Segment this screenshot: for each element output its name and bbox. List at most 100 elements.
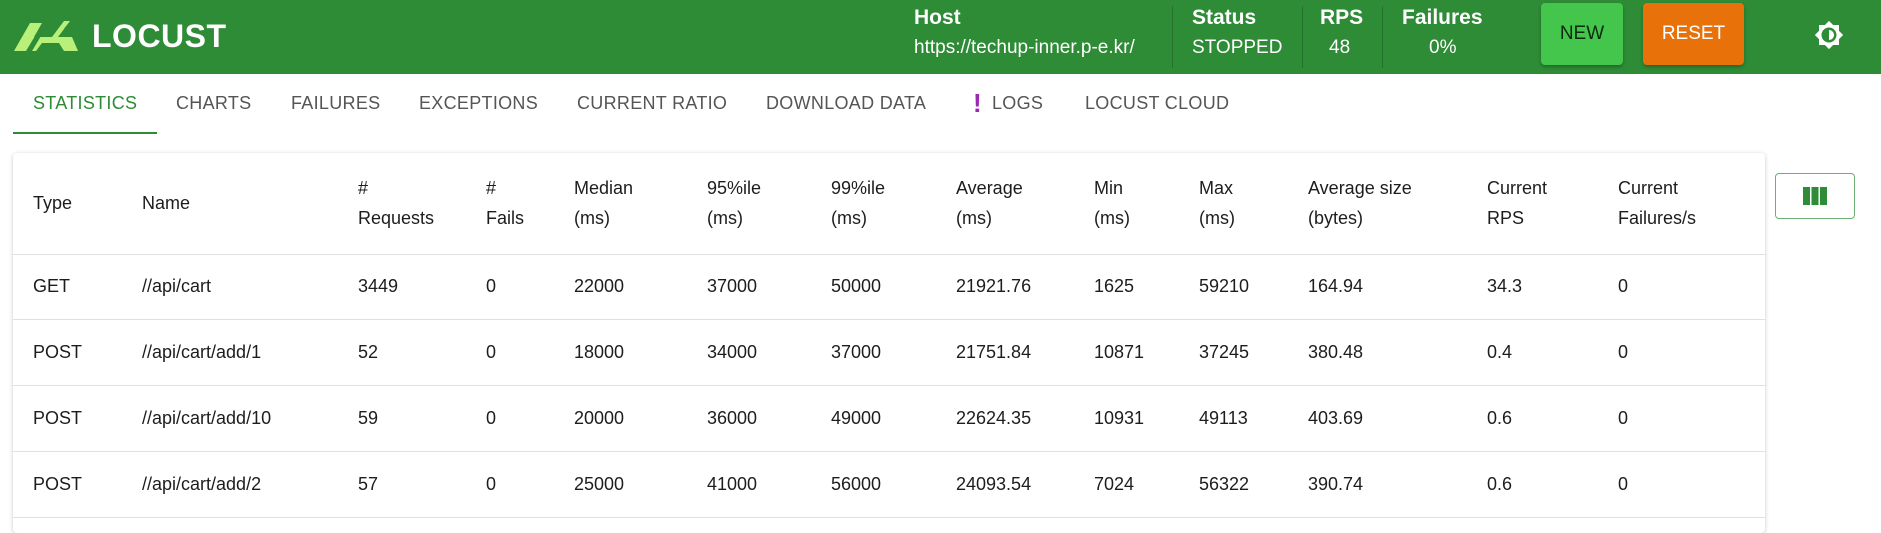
table-cell: POST xyxy=(33,408,83,428)
failures-value: 0% xyxy=(1429,37,1457,58)
app-name: LOCUST xyxy=(92,17,227,54)
table-cell: 59 xyxy=(358,408,379,428)
table-cell: 403.69 xyxy=(1308,408,1364,428)
column-header-fails[interactable]: # Fails xyxy=(486,173,524,233)
failures-stat: Failures 0% xyxy=(1402,0,1502,74)
theme-toggle-button[interactable] xyxy=(1812,18,1846,52)
table-cell: 52 xyxy=(358,342,379,362)
column-header-requests[interactable]: # Requests xyxy=(358,173,434,233)
table-cell: 0 xyxy=(1618,342,1629,362)
host-value: https://techup-inner.p-e.kr/ xyxy=(914,37,1135,58)
tab-statistics[interactable]: STATISTICS xyxy=(33,74,137,132)
tab-locust-cloud[interactable]: LOCUST CLOUD xyxy=(1085,74,1229,132)
header-divider xyxy=(1302,6,1303,68)
column-header-current-failures[interactable]: Current Failures/s xyxy=(1618,173,1696,233)
table-cell: 164.94 xyxy=(1308,276,1364,296)
tab-label: DOWNLOAD DATA xyxy=(766,92,927,113)
table-cell: 20000 xyxy=(574,408,625,428)
table-cell: 56322 xyxy=(1199,474,1250,494)
table-row: POST //api/cart/add/2 57 0 25000 41000 56000 24… xyxy=(13,452,1765,518)
column-header-95ile[interactable]: 95%ile (ms) xyxy=(707,173,761,233)
table-cell: 7024 xyxy=(1094,474,1135,494)
table-cell: 49000 xyxy=(831,408,882,428)
status-value: STOPPED xyxy=(1192,37,1283,58)
table-row: POST //api/cart/add/10 59 0 20000 36000 49000 2… xyxy=(13,386,1765,452)
brightness-icon xyxy=(1814,20,1844,50)
table-cell: 0 xyxy=(1618,408,1629,428)
header-divider xyxy=(1382,6,1383,68)
logs-alert-icon: ! xyxy=(973,87,982,118)
tab-label: EXCEPTIONS xyxy=(419,92,539,113)
tab-exceptions[interactable]: EXCEPTIONS xyxy=(419,74,538,132)
rps-label: RPS xyxy=(1320,6,1364,29)
tab-label: FAILURES xyxy=(291,92,381,113)
tab-current-ratio[interactable]: CURRENT RATIO xyxy=(577,74,727,132)
status-stat: Status STOPPED xyxy=(1192,0,1302,74)
table-cell: 10931 xyxy=(1094,408,1145,428)
locust-logo-icon xyxy=(14,21,78,51)
table-cell: 25000 xyxy=(574,474,625,494)
table-cell: GET xyxy=(33,276,71,296)
statistics-table: Type Name # Requests # Fails Median (ms)… xyxy=(13,153,1765,533)
table-cell: 21751.84 xyxy=(956,342,1032,362)
top-app-bar: LOCUST Host https://techup-inner.p-e.kr/… xyxy=(0,0,1881,74)
table-cell: 59210 xyxy=(1199,276,1250,296)
table-cell: //api/cart/add/10 xyxy=(142,408,272,428)
table-cell: 22000 xyxy=(574,276,625,296)
table-cell: 1625 xyxy=(1094,276,1135,296)
table-cell: POST xyxy=(33,342,83,362)
table-cell: 0 xyxy=(486,474,497,494)
tab-failures[interactable]: FAILURES xyxy=(291,74,380,132)
active-tab-indicator xyxy=(13,132,157,134)
table-cell: 49113 xyxy=(1199,408,1248,428)
column-header-99ile[interactable]: 99%ile (ms) xyxy=(831,173,885,233)
table-cell: 0.4 xyxy=(1487,342,1513,362)
table-cell: //api/cart/add/2 xyxy=(142,474,262,494)
table-cell: 21921.76 xyxy=(956,276,1032,296)
host-label: Host xyxy=(914,6,961,29)
column-header-average[interactable]: Average (ms) xyxy=(956,173,1023,233)
table-header: Type Name # Requests # Fails Median (ms)… xyxy=(13,153,1765,255)
column-header-median[interactable]: Median (ms) xyxy=(574,173,633,233)
status-label: Status xyxy=(1192,6,1257,29)
reset-stats-button[interactable]: RESET xyxy=(1643,3,1744,65)
column-header-current-rps[interactable]: Current RPS xyxy=(1487,173,1547,233)
table-cell: 34.3 xyxy=(1487,276,1523,296)
column-selector-button[interactable] xyxy=(1775,173,1855,219)
table-cell: 36000 xyxy=(707,408,758,428)
table-cell: 24093.54 xyxy=(956,474,1032,494)
header-divider xyxy=(1172,6,1173,68)
table-cell: 37000 xyxy=(707,276,758,296)
table-row: POST //api/cart/add/1 52 0 18000 34000 37000 21… xyxy=(13,320,1765,386)
table-cell: 22624.35 xyxy=(956,408,1032,428)
tab-label: LOGS xyxy=(991,92,1044,113)
tab-download-data[interactable]: DOWNLOAD DATA xyxy=(766,74,926,132)
table-cell: 0 xyxy=(486,342,497,362)
main-tabs: STATISTICS CHARTS FAILURES EXCEPTIONS CU… xyxy=(0,74,1881,134)
table-cell: 37000 xyxy=(831,342,882,362)
table-row: GET //api/cart 3449 0 22000 37000 50000 21921.7… xyxy=(13,254,1765,320)
column-header-max[interactable]: Max (ms) xyxy=(1199,173,1235,233)
table-cell: 41000 xyxy=(707,474,758,494)
rps-stat: RPS 48 xyxy=(1318,0,1368,74)
locust-logo: LOCUST xyxy=(12,16,227,56)
column-header-name[interactable]: Name xyxy=(142,188,190,218)
new-test-button[interactable]: NEW xyxy=(1541,3,1623,65)
table-cell: 0 xyxy=(1618,276,1629,296)
tab-label: STATISTICS xyxy=(33,92,138,113)
table-cell: //api/cart xyxy=(142,276,212,296)
table-cell: 10871 xyxy=(1094,342,1145,362)
table-cell: 50000 xyxy=(831,276,882,296)
table-cell: //api/cart/add/1 xyxy=(142,342,262,362)
table-cell: 0.6 xyxy=(1487,474,1513,494)
table-cell: 37245 xyxy=(1199,342,1250,362)
tab-charts[interactable]: CHARTS xyxy=(176,74,251,132)
column-header-average-size[interactable]: Average size (bytes) xyxy=(1308,173,1412,233)
table-cell: 390.74 xyxy=(1308,474,1364,494)
table-cell: 0 xyxy=(486,408,497,428)
column-header-min[interactable]: Min (ms) xyxy=(1094,173,1130,233)
table-cell: 57 xyxy=(358,474,379,494)
tab-logs[interactable]: ! LOGS xyxy=(973,74,1043,132)
column-header-type[interactable]: Type xyxy=(33,188,72,218)
table-cell: 3449 xyxy=(358,276,399,296)
